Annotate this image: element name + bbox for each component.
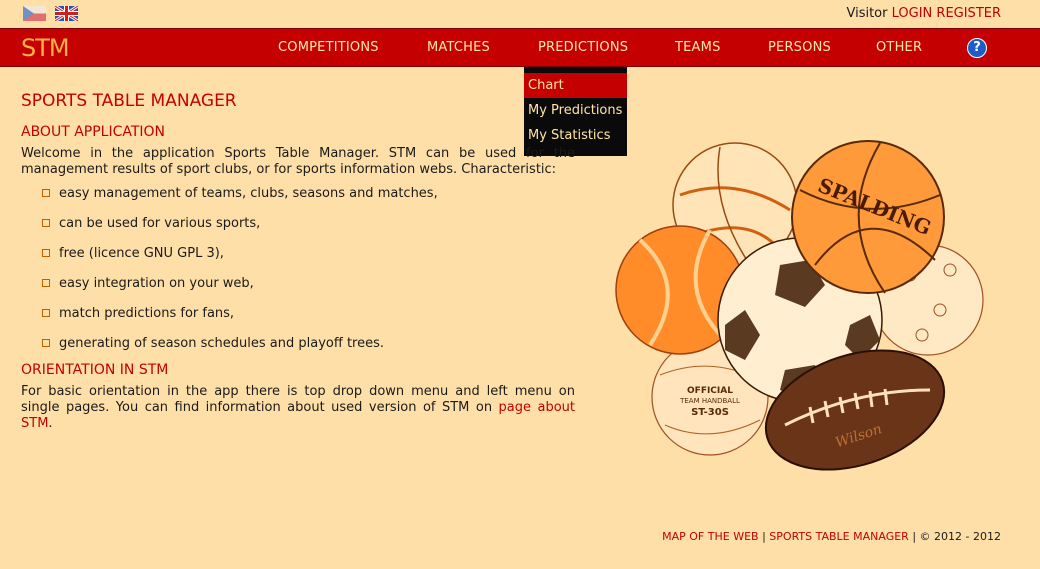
bullet-icon (42, 189, 50, 197)
orientation-body: For basic orientation in the app there i… (21, 384, 575, 415)
bullet-icon (42, 279, 50, 287)
bullet-icon (42, 339, 50, 347)
list-item: free (licence GNU GPL 3), (21, 246, 575, 276)
orientation-end: . (48, 416, 53, 431)
about-heading: ABOUT APPLICATION (21, 124, 166, 140)
feature-text: match predictions for fans, (59, 306, 235, 321)
feature-text: free (licence GNU GPL 3), (59, 246, 224, 261)
feature-text: easy integration on your web, (59, 276, 254, 291)
help-icon[interactable]: ? (967, 38, 987, 58)
main-menu-bar: STM COMPETITIONS MATCHES PREDICTIONS TEA… (0, 28, 1040, 67)
footer-separator: | (912, 530, 917, 543)
menu-competitions[interactable]: COMPETITIONS (278, 40, 379, 55)
menu-other[interactable]: OTHER (876, 40, 922, 55)
footer: MAP OF THE WEB | SPORTS TABLE MANAGER | … (662, 530, 1001, 543)
page-title: SPORTS TABLE MANAGER (21, 91, 237, 111)
list-item: match predictions for fans, (21, 306, 575, 336)
login-link[interactable]: LOGIN (892, 6, 933, 21)
uk-flag-icon[interactable] (55, 6, 78, 21)
map-of-the-web-link[interactable]: MAP OF THE WEB (662, 530, 758, 543)
bullet-icon (42, 249, 50, 257)
list-item: easy integration on your web, (21, 276, 575, 306)
feature-text: generating of season schedules and playo… (59, 336, 385, 351)
sports-table-manager-link[interactable]: SPORTS TABLE MANAGER (769, 530, 909, 543)
visitor-label: Visitor (846, 6, 888, 21)
list-item: generating of season schedules and playo… (21, 336, 575, 360)
basketball-icon: SPALDING (791, 140, 945, 294)
register-link[interactable]: REGISTER (936, 6, 1001, 21)
menu-matches[interactable]: MATCHES (427, 40, 490, 55)
user-status: Visitor LOGIN REGISTER (846, 6, 1001, 21)
bullet-icon (42, 309, 50, 317)
main-content: SPORTS TABLE MANAGER ABOUT APPLICATION W… (21, 90, 575, 432)
handball-label: OFFICIAL (687, 386, 733, 396)
menu-persons[interactable]: PERSONS (768, 40, 831, 55)
svg-text:ST-30S: ST-30S (691, 407, 729, 418)
top-bar: Visitor LOGIN REGISTER (0, 0, 1040, 28)
footer-separator: | (762, 530, 766, 543)
sports-balls-illustration: OFFICIAL TEAM HANDBALL ST-30S SPALDING W… (615, 140, 984, 471)
menu-predictions[interactable]: PREDICTIONS (538, 40, 628, 55)
cz-flag-icon[interactable] (23, 6, 46, 21)
list-item: easy management of teams, clubs, seasons… (21, 186, 575, 216)
feature-text: can be used for various sports, (59, 216, 261, 231)
orientation-text: For basic orientation in the app there i… (21, 384, 575, 432)
bullet-icon (42, 219, 50, 227)
menu-teams[interactable]: TEAMS (675, 40, 721, 55)
list-item: can be used for various sports, (21, 216, 575, 246)
svg-text:TEAM HANDBALL: TEAM HANDBALL (679, 397, 740, 405)
copyright-text: © 2012 - 2012 (919, 530, 1001, 543)
feature-list: easy management of teams, clubs, seasons… (21, 186, 575, 360)
stm-logo[interactable]: STM (21, 34, 70, 62)
orientation-heading: ORIENTATION IN STM (21, 362, 169, 378)
about-text: Welcome in the application Sports Table … (21, 146, 575, 177)
feature-text: easy management of teams, clubs, seasons… (59, 186, 438, 201)
